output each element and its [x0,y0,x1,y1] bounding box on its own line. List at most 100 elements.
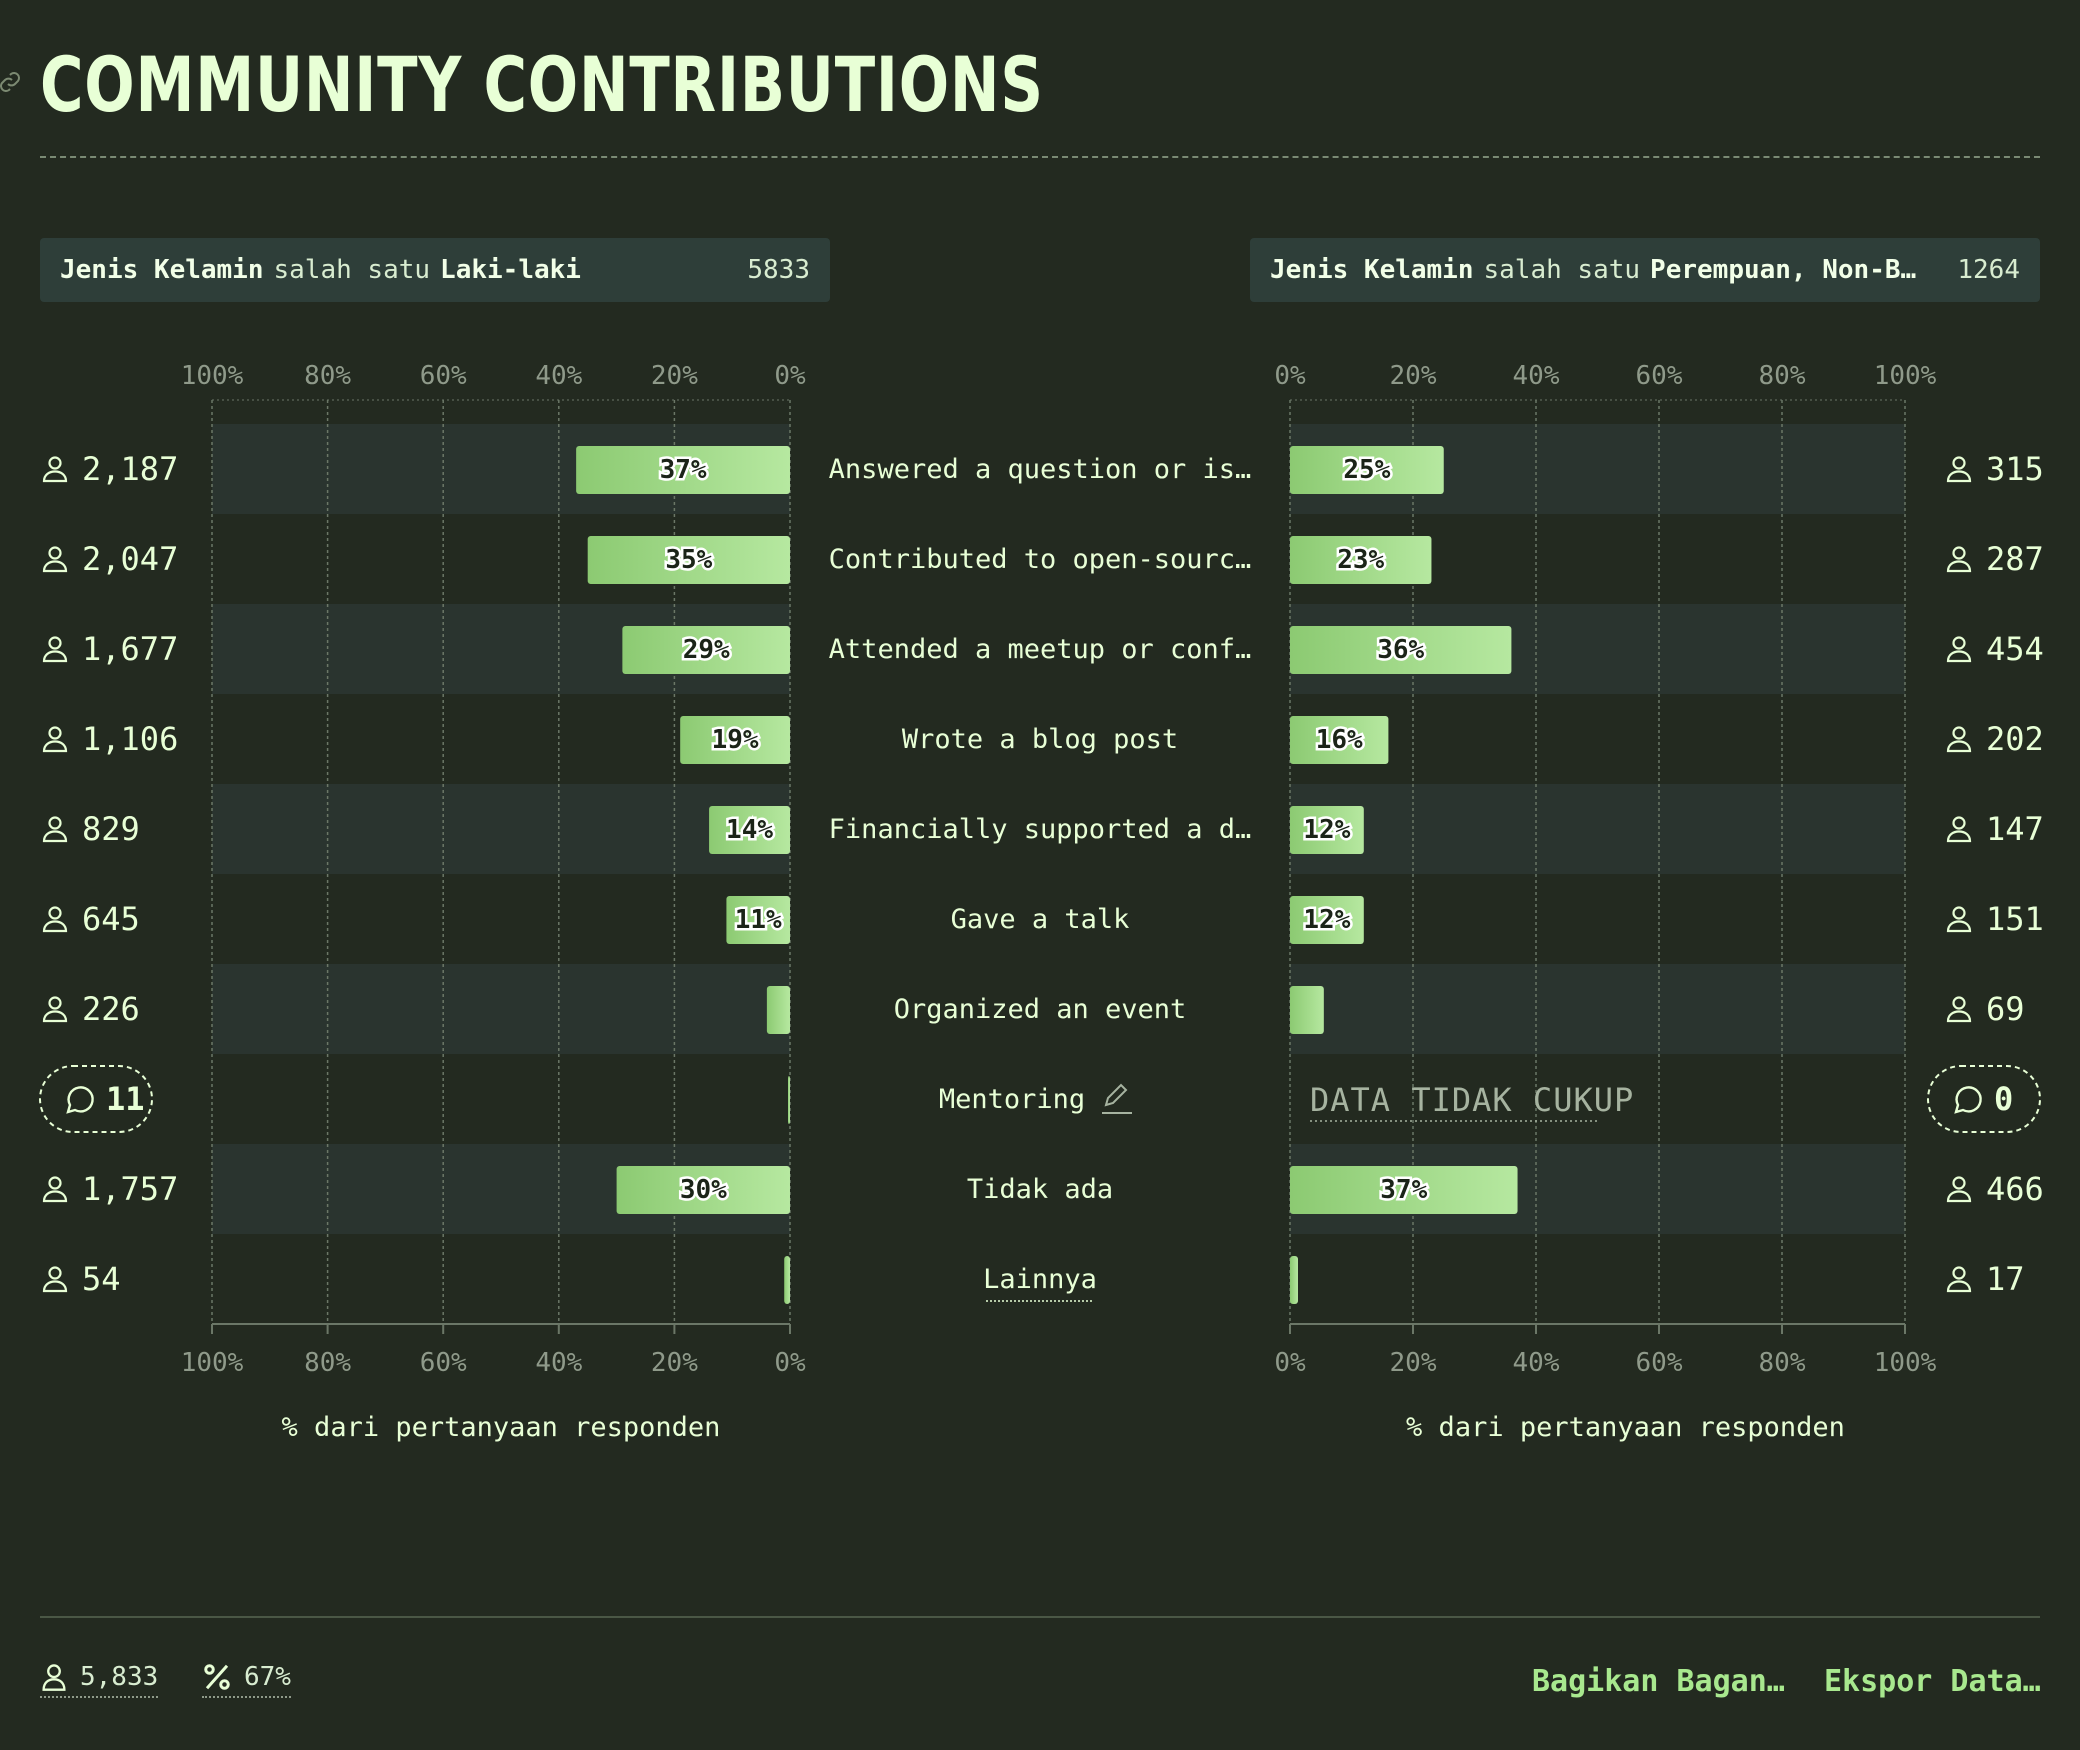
user-icon [42,1664,66,1691]
category-label[interactable]: Wrote a blog post [902,724,1178,755]
bar-label-right: 12% [1303,815,1350,845]
category-label[interactable]: Organized an event [894,994,1187,1025]
user-icon-body [42,650,68,663]
user-icon-body [42,740,68,753]
user-icon-head [48,546,62,560]
user-icon-body [1946,1190,1972,1203]
user-icon-head [1952,1266,1966,1280]
category-label[interactable]: Attended a meetup or conf… [829,634,1252,665]
count-right: 315 [1986,450,2044,488]
bar-label-right: 37% [1380,1175,1427,1205]
bar-label-right: 36% [1377,635,1424,665]
count-right: 151 [1986,900,2044,938]
percent-icon [204,1664,230,1690]
count-right: 287 [1986,540,2044,578]
count-left: 226 [82,990,140,1028]
percent-value: 67% [244,1662,291,1692]
user-icon-body [1946,1280,1972,1293]
tick-label-left-top: 100% [181,361,244,391]
bar-label-right: 16% [1316,725,1363,755]
user-icon-body [1946,560,1972,573]
comment-pill-border [1927,1065,2041,1133]
bar-right [1290,1256,1298,1304]
user-icon [1946,816,1972,843]
bar-label-left: 19% [712,725,759,755]
bar-right [1290,986,1324,1034]
comment-count-value: 11 [106,1080,145,1118]
tick-label-left-bottom: 60% [420,1348,467,1378]
category-label[interactable]: Gave a talk [951,904,1130,935]
user-icon-head [1952,816,1966,830]
tick-label-left-top: 20% [651,361,698,391]
user-icon [42,726,68,753]
tick-label-left-bottom: 80% [304,1348,351,1378]
category-label[interactable]: Lainnya [983,1264,1097,1295]
user-icon-body [1946,740,1972,753]
tick-label-right-top: 60% [1636,361,1683,391]
comment-icon [66,1086,94,1114]
bar-label-left: 30% [680,1175,727,1205]
category-label[interactable]: Financially supported a d… [829,814,1252,845]
bar-label-right: 25% [1343,455,1390,485]
user-icon-head [1952,726,1966,740]
tick-label-right-top: 20% [1390,361,1437,391]
percent-stat[interactable]: 67% [202,1662,291,1698]
user-icon-head [48,906,62,920]
count-left: 1,106 [82,720,178,758]
bar-label-right: 12% [1303,905,1350,935]
bar-label-left: 14% [726,815,773,845]
comment-count-left[interactable]: 11 [39,1065,153,1133]
user-icon [42,1266,68,1293]
user-icon-head [48,456,62,470]
tick-label-right-bottom: 20% [1390,1348,1437,1378]
count-left: 1,677 [82,630,178,668]
tick-label-right-top: 80% [1759,361,1806,391]
tick-label-right-bottom: 80% [1759,1348,1806,1378]
bar-label-left: 35% [665,545,712,575]
category-label[interactable]: Mentoring [939,1084,1085,1115]
tick-label-right-bottom: 60% [1636,1348,1683,1378]
count-left: 645 [82,900,140,938]
user-icon-body [42,920,68,933]
user-icon [42,1176,68,1203]
bar-label-left: 29% [683,635,730,665]
row-band-right [1290,784,1905,874]
user-icon-head [48,816,62,830]
user-icon-body [1946,650,1972,663]
row-band-left [212,784,790,874]
user-icon-body [1946,470,1972,483]
row-band-right [1290,964,1905,1054]
total-users-stat[interactable]: 5,833 [40,1662,159,1698]
total-users-value: 5,833 [80,1662,159,1692]
user-icon [42,636,68,663]
user-icon-head [48,636,62,650]
user-icon [42,906,68,933]
comment-count-right[interactable]: 0 [1927,1065,2041,1133]
count-right: 17 [1986,1260,2025,1298]
user-icon-head [48,1176,62,1190]
tick-label-left-top: 40% [535,361,582,391]
category-label[interactable]: Answered a question or is… [829,454,1252,485]
share-chart-button[interactable]: Bagikan Bagan… [1532,1664,1785,1699]
category-label[interactable]: Tidak ada [967,1174,1113,1205]
user-icon-head [48,996,62,1010]
footer-divider [40,1616,2040,1618]
count-left: 2,047 [82,540,178,578]
user-icon-body [42,830,68,843]
edit-pencil-icon[interactable] [1102,1083,1132,1114]
bar-left [784,1256,790,1304]
user-icon [1946,1176,1972,1203]
tick-label-right-bottom: 40% [1513,1348,1560,1378]
user-icon-head [1952,996,1966,1010]
export-data-button[interactable]: Ekspor Data… [1824,1664,2041,1699]
user-icon [1946,546,1972,573]
tick-label-right-top: 40% [1513,361,1560,391]
user-icon [1946,636,1972,663]
category-label[interactable]: Contributed to open-sourc… [829,544,1252,575]
tick-label-left-bottom: 40% [535,1348,582,1378]
bar-left [766,986,790,1034]
user-icon [42,816,68,843]
user-icon-body [1946,920,1972,933]
user-icon [1946,996,1972,1023]
user-icon-head [1952,456,1966,470]
